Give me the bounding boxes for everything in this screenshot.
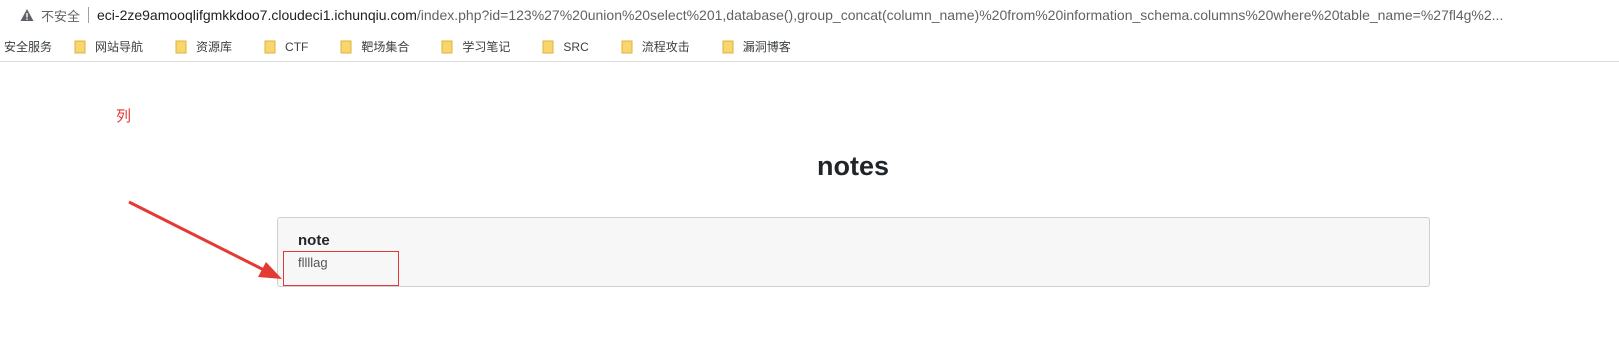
- bookmark-folder-label: 网站导航: [95, 40, 144, 54]
- note-card: note fllllag: [277, 217, 1430, 287]
- bookmark-folder[interactable]: 网站导航: [68, 35, 169, 59]
- page-title: notes: [816, 151, 889, 181]
- url-host[interactable]: eci-2ze9amooqlifgmkkdoo7.cloudeci1.ichun…: [97, 7, 417, 23]
- bookmark-security-service[interactable]: 安全服务: [4, 35, 58, 59]
- folder-icon: [542, 40, 554, 54]
- bookmark-folder-label: CTF: [285, 39, 309, 54]
- bookmark-folder-label: SRC: [563, 39, 589, 54]
- folder-icon: [441, 40, 453, 54]
- folder-icon: [264, 40, 276, 54]
- bookmark-folder-label: 靶场集合: [361, 40, 410, 54]
- security-status[interactable]: 不安全: [41, 6, 80, 25]
- bookmark-folder-label: 资源库: [196, 40, 233, 54]
- address-bar[interactable]: 不安全 eci-2ze9amooqlifgmkkdoo7.cloudeci1.i…: [0, 0, 1619, 30]
- note-card-title: note: [298, 232, 330, 249]
- bookmark-folder[interactable]: 学习笔记: [435, 35, 536, 59]
- bookmark-folder[interactable]: SRC: [536, 35, 614, 59]
- page-content: notes note fllllag: [0, 63, 1619, 344]
- folder-icon: [722, 40, 734, 54]
- folder-icon: [74, 40, 86, 54]
- folder-icon: [621, 40, 633, 54]
- bookmark-folder-label: 学习笔记: [462, 40, 511, 54]
- bookmark-folder[interactable]: 漏洞博客: [716, 35, 817, 59]
- bookmark-folder-label: 流程攻击: [641, 40, 690, 54]
- folder-icon: [340, 40, 352, 54]
- annotation-label: 列: [116, 107, 132, 125]
- bookmark-folder[interactable]: 流程攻击: [615, 35, 716, 59]
- url-path[interactable]: /index.php?id=123%27%20union%20select%20…: [417, 7, 1503, 23]
- folder-icon: [175, 40, 187, 54]
- bookmark-folder-label: 漏洞博客: [742, 40, 791, 54]
- bookmarks-bar: 安全服务 网站导航 资源库 CTF 靶场集合 学习笔记 SRC 流程攻击 漏洞博…: [0, 32, 1619, 62]
- bookmark-folder[interactable]: 资源库: [169, 35, 258, 59]
- annotation-highlight-box: [283, 251, 399, 286]
- address-divider: [88, 7, 90, 23]
- bookmark-folder[interactable]: CTF: [258, 35, 334, 59]
- bookmark-folder[interactable]: 靶场集合: [334, 35, 435, 59]
- warning-triangle-icon[interactable]: [20, 8, 34, 22]
